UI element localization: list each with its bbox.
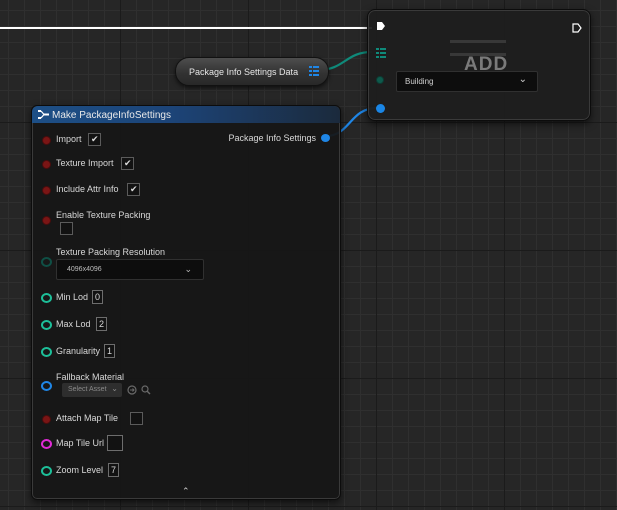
- enable-texture-packing-pin[interactable]: [42, 216, 51, 225]
- fallback-material-label: Fallback Material: [56, 372, 125, 382]
- collapse-advanced-icon[interactable]: ⌃: [182, 486, 190, 497]
- get-node-label: Package Info Settings Data: [189, 67, 299, 77]
- min-lod-pin[interactable]: [41, 293, 52, 303]
- map-tile-url-input[interactable]: [107, 435, 123, 451]
- object-input-pin[interactable]: [376, 104, 385, 113]
- texture-import-checkbox[interactable]: ✔: [121, 157, 134, 170]
- make-struct-icon: [38, 110, 49, 119]
- package-info-settings-data-node[interactable]: Package Info Settings Data: [175, 57, 329, 86]
- select-asset-placeholder: Select Asset: [68, 386, 107, 393]
- max-lod-input[interactable]: 2: [96, 317, 108, 331]
- max-lod-pin[interactable]: [41, 320, 52, 330]
- granularity-input[interactable]: 1: [104, 344, 116, 358]
- import-pin[interactable]: [42, 136, 51, 145]
- include-attr-info-checkbox[interactable]: ✔: [127, 183, 140, 196]
- add-node[interactable]: ADD Building ⌄: [367, 9, 591, 121]
- map-tile-url-pin[interactable]: [41, 439, 52, 449]
- texture-packing-resolution-dropdown[interactable]: 4096x4096 ⌄: [56, 259, 204, 280]
- node-title: Make PackageInfoSettings: [52, 110, 171, 121]
- select-asset-dropdown[interactable]: Select Asset ⌄: [62, 383, 122, 397]
- attach-map-tile-checkbox[interactable]: [130, 412, 143, 425]
- array-input-pin-icon[interactable]: [376, 48, 386, 58]
- checkmark-icon: ✔: [130, 184, 138, 194]
- make-package-info-settings-node[interactable]: Make PackageInfoSettings Package Info Se…: [31, 105, 341, 500]
- texture-import-label: Texture Import: [56, 158, 114, 168]
- browse-asset-icon[interactable]: [141, 385, 151, 395]
- attach-map-tile-pin[interactable]: [42, 415, 51, 424]
- enum-input-pin[interactable]: [376, 76, 384, 84]
- zoom-level-label: Zoom Level: [56, 465, 104, 475]
- texture-packing-resolution-label: Texture Packing Resolution: [56, 247, 166, 257]
- exec-out-pin-icon[interactable]: [572, 23, 582, 33]
- granularity-pin[interactable]: [41, 347, 52, 357]
- chevron-down-icon: ⌄: [111, 384, 118, 393]
- min-lod-label: Min Lod: [56, 292, 89, 302]
- enable-texture-packing-checkbox[interactable]: [60, 222, 73, 235]
- include-attr-info-pin[interactable]: [42, 186, 51, 195]
- granularity-label: Granularity: [56, 346, 101, 356]
- node-header[interactable]: Make PackageInfoSettings: [32, 106, 340, 123]
- min-lod-input[interactable]: 0: [92, 290, 104, 304]
- zoom-level-pin[interactable]: [41, 466, 52, 476]
- import-checkbox[interactable]: ✔: [88, 133, 101, 146]
- include-attr-info-label: Include Attr Info: [56, 184, 119, 194]
- chevron-down-icon: ⌄: [184, 264, 192, 274]
- use-selected-asset-icon[interactable]: [127, 385, 137, 395]
- output-pin-dot[interactable]: [321, 134, 330, 142]
- map-tile-url-label: Map Tile Url: [56, 438, 105, 448]
- attach-map-tile-label: Attach Map Tile: [56, 413, 119, 423]
- checkmark-icon: ✔: [91, 134, 99, 144]
- enum-dropdown-value: Building: [405, 77, 434, 86]
- zoom-level-input[interactable]: 7: [108, 463, 120, 477]
- array-output-pin-icon[interactable]: [309, 66, 319, 76]
- fallback-material-pin[interactable]: [41, 381, 52, 391]
- enable-texture-packing-label: Enable Texture Packing: [56, 210, 151, 220]
- output-pin-label: Package Info Settings: [228, 133, 316, 143]
- texture-packing-resolution-pin[interactable]: [41, 257, 52, 267]
- texture-import-pin[interactable]: [42, 160, 51, 169]
- enum-dropdown[interactable]: Building ⌄: [396, 71, 538, 92]
- max-lod-label: Max Lod: [56, 319, 91, 329]
- import-label: Import: [56, 134, 82, 144]
- chevron-down-icon: ⌄: [518, 74, 527, 85]
- exec-in-pin-icon[interactable]: [376, 21, 386, 31]
- checkmark-icon: ✔: [124, 158, 132, 168]
- texture-packing-resolution-value: 4096x4096: [67, 266, 102, 273]
